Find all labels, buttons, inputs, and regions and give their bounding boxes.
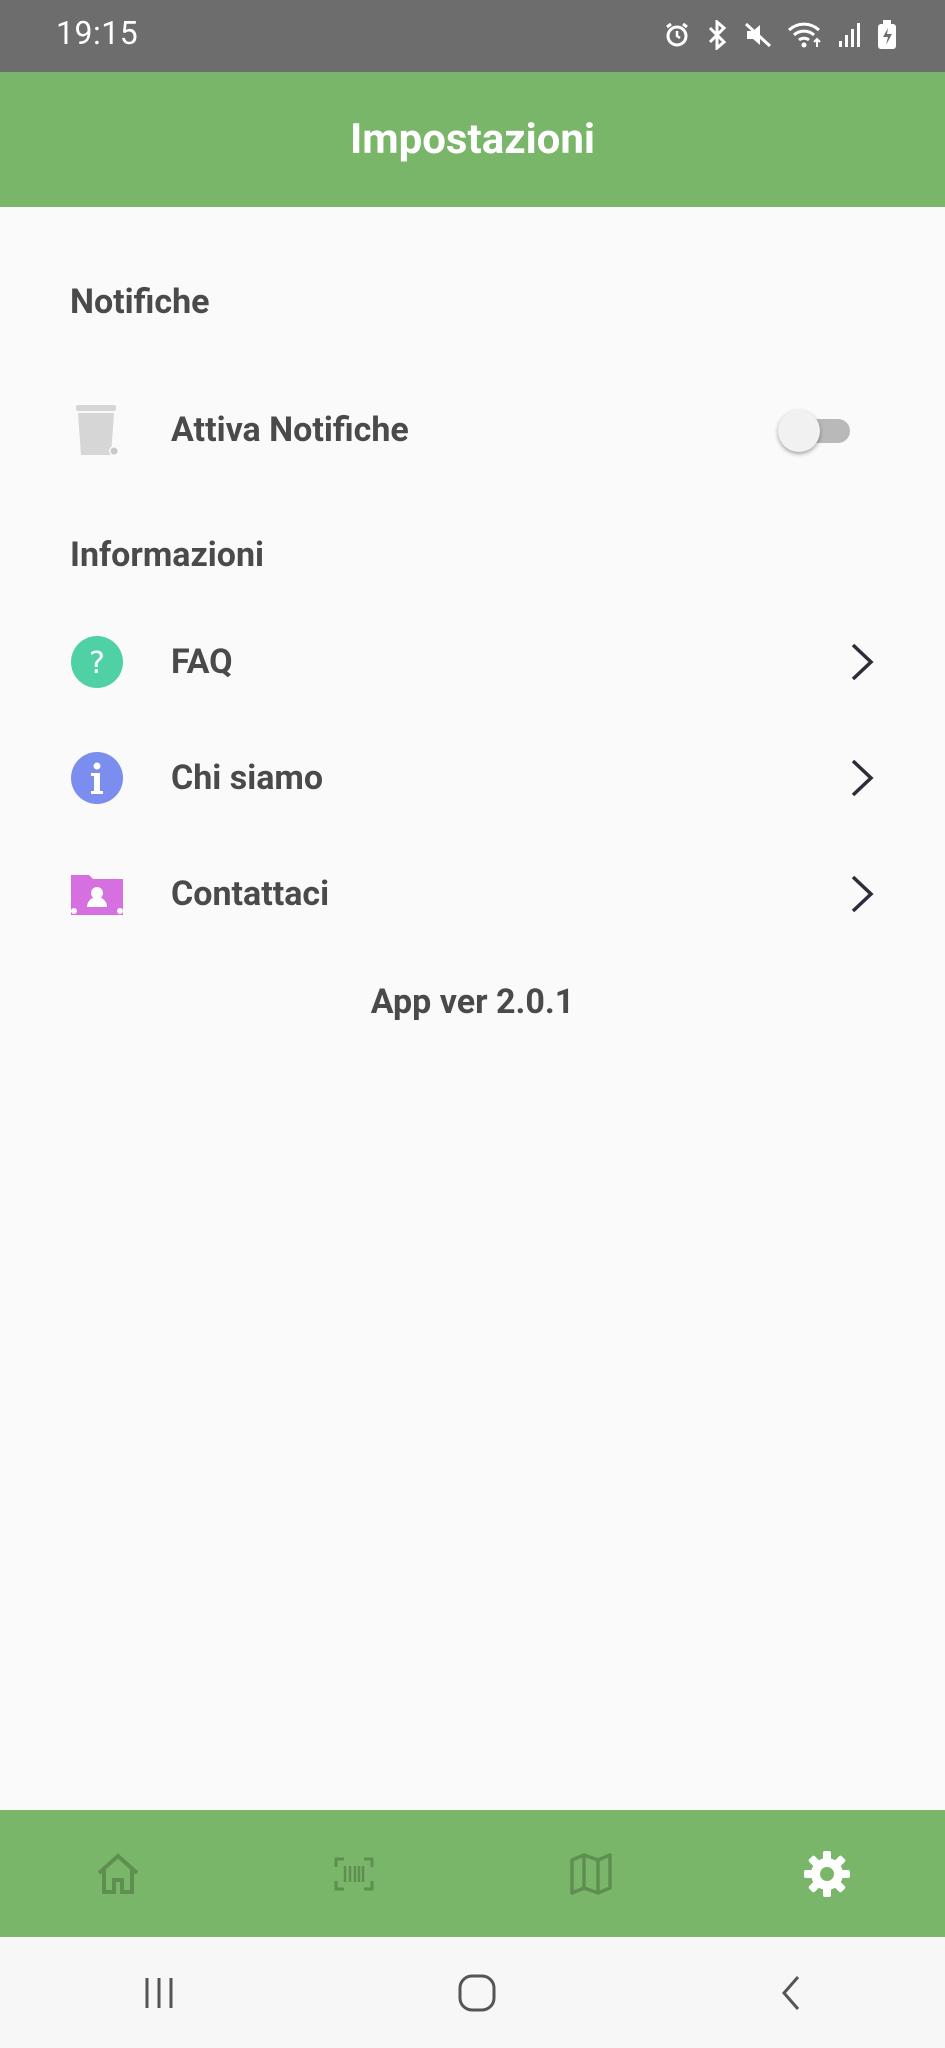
nav-scan[interactable] — [236, 1810, 472, 1937]
nav-map[interactable] — [473, 1810, 709, 1937]
status-icons — [663, 20, 897, 50]
contact-folder-icon — [70, 867, 124, 921]
app-version: App ver 2.0.1 — [370, 982, 575, 1022]
bottom-nav — [0, 1810, 945, 1937]
battery-icon — [877, 20, 897, 50]
question-icon: ? — [70, 635, 124, 689]
home-icon — [97, 1852, 139, 1894]
svg-text:?: ? — [89, 646, 105, 681]
info-icon — [70, 751, 124, 805]
back-icon[interactable] — [776, 1973, 806, 2013]
settings-row-contact[interactable]: Contattaci — [0, 839, 945, 949]
chevron-right-icon — [851, 875, 874, 913]
recent-apps-icon[interactable] — [139, 1975, 179, 2011]
about-label: Chi siamo — [171, 758, 324, 798]
mute-icon — [743, 21, 773, 49]
nav-settings[interactable] — [709, 1810, 945, 1937]
status-time: 19:15 — [56, 14, 139, 52]
section-title-notifications: Notifiche — [70, 282, 210, 322]
app-header: Impostazioni — [0, 72, 945, 207]
nav-home[interactable] — [0, 1810, 236, 1937]
faq-label: FAQ — [171, 642, 233, 682]
system-nav-bar — [0, 1937, 945, 2048]
status-bar: 19:15 — [0, 0, 945, 72]
toggle-thumb — [778, 410, 820, 452]
section-title-info: Informazioni — [70, 535, 265, 575]
chevron-right-icon — [851, 643, 874, 681]
notifications-toggle[interactable] — [778, 410, 850, 452]
trash-bin-icon — [70, 403, 124, 457]
notifications-toggle-label: Attiva Notifiche — [171, 410, 409, 450]
bluetooth-icon — [705, 20, 729, 50]
settings-content: Notifiche Attiva Notifiche Informazioni … — [0, 207, 945, 1810]
settings-row-faq[interactable]: ? FAQ — [0, 607, 945, 717]
wifi-icon — [787, 21, 823, 49]
settings-gear-icon — [803, 1850, 850, 1897]
signal-icon — [837, 21, 863, 49]
settings-row-notifications: Attiva Notifiche — [0, 375, 945, 485]
chevron-right-icon — [851, 759, 874, 797]
settings-row-about[interactable]: Chi siamo — [0, 723, 945, 833]
barcode-scan-icon — [334, 1857, 374, 1890]
page-title: Impostazioni — [349, 115, 596, 164]
alarm-icon — [663, 21, 691, 49]
map-icon — [569, 1852, 612, 1895]
contact-label: Contattaci — [171, 874, 330, 914]
home-button-icon[interactable] — [457, 1973, 497, 2013]
